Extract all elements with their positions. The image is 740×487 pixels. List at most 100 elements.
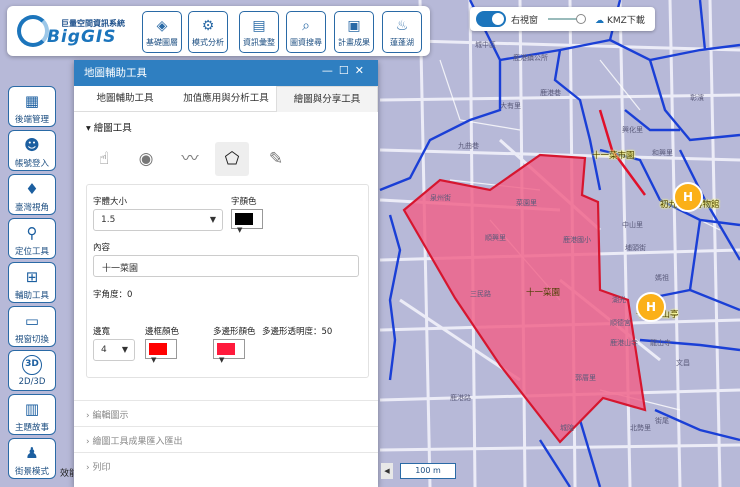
info-summary-icon: ▤ xyxy=(252,18,266,34)
toolbar-label: 模式分析 xyxy=(192,38,224,47)
scroll-left-icon[interactable]: ◀ xyxy=(381,463,393,479)
svg-text:大有里: 大有里 xyxy=(500,101,521,110)
content-input[interactable]: 十一菜園 xyxy=(93,255,359,277)
hand-icon[interactable]: ☝ xyxy=(87,142,121,176)
svg-text:彰濱: 彰濱 xyxy=(690,93,704,102)
svg-text:城中區: 城中區 xyxy=(475,40,496,49)
poi-label-vegetable-market: 十一菜市園 xyxy=(592,151,635,161)
svg-text:街尾: 街尾 xyxy=(655,416,669,425)
font-color-label: 字顏色 xyxy=(231,197,257,207)
fill-color-swatch xyxy=(217,343,235,355)
svg-text:泉州街: 泉州街 xyxy=(430,193,451,202)
sidebar-item-window-switch[interactable]: ▭ 視窗切換 xyxy=(8,306,56,347)
3d-icon: 3D xyxy=(22,355,42,375)
draw-style-form: 字體大小 1.5 ▼ 字顏色 ▼ 內容 十一菜園 字角度：0 邊寬 4 ▼ 邊框顏色… xyxy=(86,184,369,378)
toolbar-label: 蓮蓬湖 xyxy=(390,38,414,47)
svg-text:龍山寺: 龍山寺 xyxy=(650,338,671,347)
opacity-label: 多邊形透明度：50 xyxy=(262,327,333,337)
kmz-label: KMZ下載 xyxy=(607,16,645,26)
svg-text:順興里: 順興里 xyxy=(485,233,506,242)
sidebar-item-label: 臺灣視角 xyxy=(14,203,49,213)
section-title: 繪圖工具 xyxy=(93,123,132,134)
kmz-download-button[interactable]: ☁ KMZ下載 xyxy=(595,13,645,26)
maximize-icon[interactable]: ☐ xyxy=(339,64,355,77)
sidebar-item-login[interactable]: ☻ 帳號登入 xyxy=(8,130,56,171)
text-angle-label: 字角度：0 xyxy=(93,290,133,300)
chevron-down-icon: ▼ xyxy=(237,225,243,234)
border-color-label: 邊框顏色 xyxy=(145,327,180,337)
tab-analysis[interactable]: 加值應用與分析工具 xyxy=(176,86,276,112)
right-view-toggle[interactable] xyxy=(476,11,506,27)
close-icon[interactable]: ✕ xyxy=(355,64,370,77)
opacity-slider[interactable] xyxy=(548,14,586,24)
accordion-label: 列印 xyxy=(92,463,111,473)
svg-text:郭厝里: 郭厝里 xyxy=(575,373,596,382)
map-aux-tool-panel: 地圖輔助工具 —☐✕ 地圖輔助工具 加值應用與分析工具 繪圖與分享工具 ▾ 繪圖… xyxy=(74,60,378,487)
slider-knob[interactable] xyxy=(576,14,586,24)
svg-text:鹿港鎮公所: 鹿港鎮公所 xyxy=(513,53,548,62)
caret-down-icon: ▾ xyxy=(86,123,94,134)
svg-text:鹿港路: 鹿港路 xyxy=(450,393,471,402)
model-analysis-icon: ⚙ xyxy=(201,18,215,34)
chevron-down-icon: ▼ xyxy=(151,355,157,364)
svg-text:媽祖: 媽祖 xyxy=(655,273,669,282)
font-color-picker[interactable]: ▼ xyxy=(231,209,263,234)
metro-marker-icon[interactable]: H xyxy=(673,182,703,212)
accordion-edit-icons[interactable]: › 編輯圖示 xyxy=(74,400,378,426)
metro-marker-icon[interactable]: H xyxy=(636,292,666,322)
ruler-icon[interactable]: ✎ xyxy=(259,142,293,176)
section-draw-tools[interactable]: ▾ 繪圖工具 xyxy=(86,120,132,134)
sidebar-item-locate[interactable]: ⚲ 定位工具 xyxy=(8,218,56,259)
toolbar-button-lotus-lake[interactable]: ♨ 蓮蓬湖 xyxy=(382,11,422,53)
sidebar-item-backend[interactable]: ▦ 後端管理 xyxy=(8,86,56,127)
border-width-select[interactable]: 4 ▼ xyxy=(93,339,135,361)
sidebar-item-streetview[interactable]: ♟ 街景模式 xyxy=(8,438,56,479)
sidebar-item-story[interactable]: ▥ 主題故事 xyxy=(8,394,56,435)
tab-draw-share[interactable]: 繪圖與分享工具 xyxy=(276,86,378,112)
svg-text:文昌: 文昌 xyxy=(676,358,690,367)
toolbar-button-map-search[interactable]: ⌕ 圖資搜尋 xyxy=(286,11,326,53)
accordion-label: 繪圖工具成果匯入匯出 xyxy=(92,437,183,447)
user-icon: ☻ xyxy=(24,136,40,154)
svg-text:興化里: 興化里 xyxy=(622,125,643,134)
sidebar-item-aux-tools[interactable]: ⊞ 輔助工具 xyxy=(8,262,56,303)
taiwan-icon: ♦ xyxy=(25,180,39,198)
minimize-icon[interactable]: — xyxy=(322,64,339,77)
tab-map-aux[interactable]: 地圖輔助工具 xyxy=(74,86,176,112)
accordion-label: 編輯圖示 xyxy=(92,411,129,421)
border-width-label: 邊寬 xyxy=(93,327,111,337)
sidebar-item-label: 2D/3D xyxy=(18,377,46,387)
content-label: 內容 xyxy=(93,243,111,253)
layers-icon: ◈ xyxy=(156,18,168,34)
logo-ring-icon xyxy=(17,15,49,47)
toolbar-button-base-layers[interactable]: ◈ 基礎圖層 xyxy=(142,11,182,53)
svg-text:城隍: 城隍 xyxy=(560,423,574,432)
accordion-import-export[interactable]: › 繪圖工具成果匯入匯出 xyxy=(74,426,378,452)
point-icon[interactable]: ◉ xyxy=(129,142,163,176)
font-size-select[interactable]: 1.5 ▼ xyxy=(93,209,223,231)
sidebar-item-taiwan-view[interactable]: ♦ 臺灣視角 xyxy=(8,174,56,215)
svg-text:埔頭街: 埔頭街 xyxy=(625,243,646,252)
svg-text:鹿港國小: 鹿港國小 xyxy=(563,235,591,244)
border-color-picker[interactable]: ▼ xyxy=(145,339,177,364)
toolbar-button-info-summary[interactable]: ▤ 資訊彙整 xyxy=(239,11,279,53)
panel-header: 地圖輔助工具 —☐✕ xyxy=(74,60,378,86)
svg-text:菜園里: 菜園里 xyxy=(516,198,537,207)
plan-results-icon: ▣ xyxy=(347,18,361,34)
toolbar-button-plan-results[interactable]: ▣ 計畫成果 xyxy=(334,11,374,53)
panel-tabs: 地圖輔助工具 加值應用與分析工具 繪圖與分享工具 xyxy=(74,86,378,112)
svg-text:鹿港巷: 鹿港巷 xyxy=(540,88,561,97)
polygon-icon[interactable]: ⬠ xyxy=(215,142,249,176)
cloud-download-icon: ☁ xyxy=(595,16,604,26)
left-sidebar: ▦ 後端管理 ☻ 帳號登入 ♦ 臺灣視角 ⚲ 定位工具 ⊞ 輔助工具 ▭ 視窗切換 3D 2D… xyxy=(8,86,58,482)
sidebar-item-label: 輔助工具 xyxy=(14,291,49,301)
toolbar-label: 計畫成果 xyxy=(338,38,370,47)
fill-color-picker[interactable]: ▼ xyxy=(213,339,245,364)
toolbar-button-model-analysis[interactable]: ⚙ 模式分析 xyxy=(188,11,228,53)
sidebar-item-2d3d[interactable]: 3D 2D/3D xyxy=(8,350,56,391)
sidebar-item-label: 街景模式 xyxy=(14,467,49,477)
polyline-icon[interactable]: 〰 xyxy=(173,142,207,176)
accordion-print[interactable]: › 列印 xyxy=(74,452,378,478)
sidebar-item-label: 定位工具 xyxy=(14,247,49,257)
chevron-down-icon: ▼ xyxy=(219,355,225,364)
